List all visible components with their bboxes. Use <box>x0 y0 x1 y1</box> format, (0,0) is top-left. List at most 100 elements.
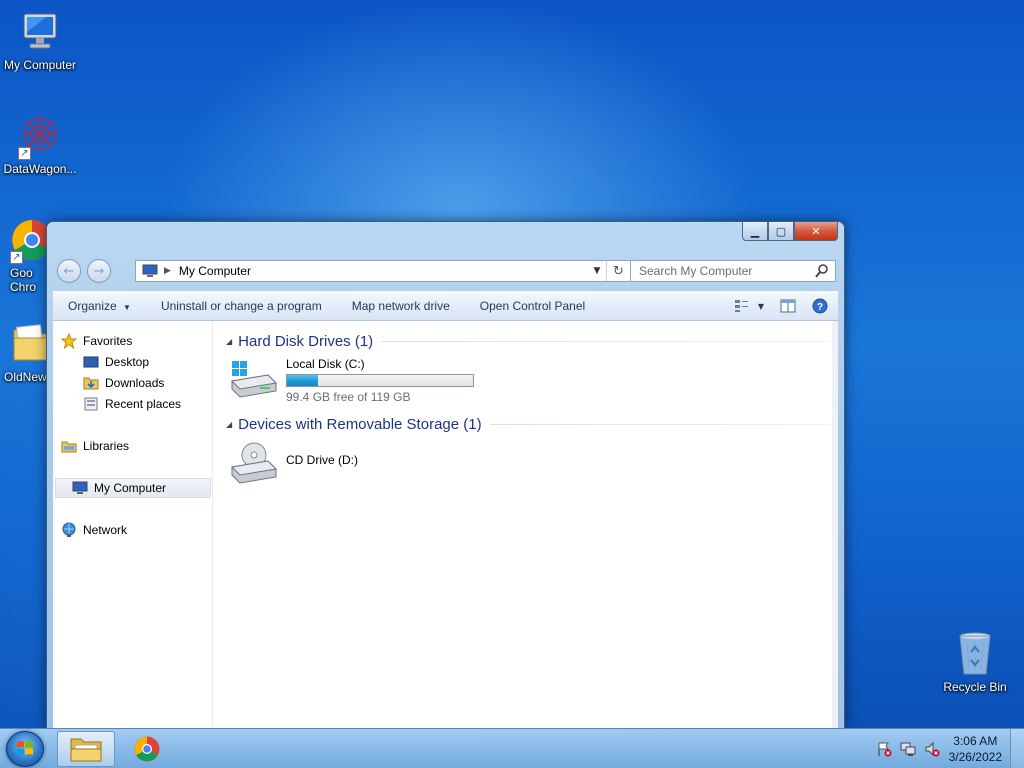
recent-places-icon <box>84 397 98 411</box>
close-icon: ✕ <box>811 224 821 238</box>
items-view: ◢ Hard Disk Drives (1) Local Disk (C:) 9… <box>214 321 838 728</box>
group-header-removable[interactable]: ◢ Devices with Removable Storage (1) <box>226 414 830 434</box>
preview-pane-button[interactable] <box>778 296 798 316</box>
nav-desktop[interactable]: Desktop <box>83 352 149 372</box>
desktop-icon-datawagon[interactable]: ↗ DataWagon... <box>0 112 80 176</box>
maximize-button[interactable]: ▢ <box>768 222 794 241</box>
content-area: Favorites Desktop Downloads Recent place… <box>53 321 838 728</box>
drive-info: Local Disk (C:) 99.4 GB free of 119 GB <box>286 357 474 404</box>
windows-logo-icon <box>17 741 33 755</box>
datawagon-logo-icon: ↗ <box>16 112 64 160</box>
nav-network[interactable]: Network <box>61 520 127 540</box>
view-controls: ▼ ? <box>732 296 830 316</box>
taskbar-explorer-button[interactable] <box>57 731 115 767</box>
clock-date: 3/26/2022 <box>948 750 1002 764</box>
shortcut-arrow-icon: ↗ <box>18 147 31 160</box>
recycle-bin-icon <box>951 630 999 678</box>
computer-small-icon <box>72 481 88 494</box>
vertical-scrollbar[interactable] <box>832 321 838 728</box>
show-desktop-button[interactable] <box>1010 729 1024 768</box>
navigation-pane: Favorites Desktop Downloads Recent place… <box>53 321 213 728</box>
taskbar: 3:06 AM 3/26/2022 <box>0 728 1024 768</box>
drive-local-disk-c[interactable]: Local Disk (C:) 99.4 GB free of 119 GB <box>228 357 474 404</box>
drive-info: CD Drive (D:) <box>286 441 358 485</box>
organize-label: Organize <box>68 298 117 313</box>
shortcut-arrow-icon: ↗ <box>10 251 23 264</box>
drive-cd-d[interactable]: CD Drive (D:) <box>228 441 358 485</box>
chevron-right-icon[interactable]: ▶ <box>164 266 171 276</box>
preview-pane-icon <box>780 299 796 313</box>
forward-button[interactable]: → <box>87 259 111 283</box>
drive-usage-fill <box>287 375 318 386</box>
address-bar[interactable]: ▶ My Computer ▼ ↻ <box>135 260 631 282</box>
back-button[interactable]: ← <box>57 259 81 283</box>
network-status-icon[interactable] <box>900 741 916 757</box>
desktop-icon-label: Recycle Bin <box>943 680 1007 694</box>
desktop-icon-my-computer[interactable]: My Computer <box>0 8 80 72</box>
group-divider <box>381 340 830 342</box>
window-controls: ▁ ▢ ✕ <box>742 222 838 241</box>
nav-my-computer[interactable]: My Computer <box>55 478 211 498</box>
collapse-triangle-icon[interactable]: ◢ <box>226 420 232 429</box>
help-icon: ? <box>812 298 828 314</box>
chevron-down-icon: ▼ <box>757 301 765 311</box>
minimize-icon: ▁ <box>750 224 760 238</box>
cd-drive-icon <box>228 441 278 485</box>
desktop-icon-recycle-bin[interactable]: Recycle Bin <box>935 630 1015 694</box>
computer-icon <box>16 8 64 56</box>
chrome-icon <box>134 736 160 762</box>
open-control-panel-button[interactable]: Open Control Panel <box>465 299 600 313</box>
desktop-icon-label: My Computer <box>3 58 77 72</box>
nav-label: Desktop <box>105 355 150 369</box>
nav-label: Libraries <box>83 439 130 453</box>
drive-free-space: 99.4 GB free of 119 GB <box>286 390 411 404</box>
group-title: Hard Disk Drives (1) <box>238 332 374 350</box>
nav-label: Network <box>83 523 128 537</box>
nav-label: Favorites <box>83 334 133 348</box>
chevron-down-icon: ▼ <box>123 302 131 312</box>
downloads-folder-icon <box>83 377 99 390</box>
group-header-hard-disks[interactable]: ◢ Hard Disk Drives (1) <box>226 331 830 351</box>
star-icon <box>61 333 77 349</box>
libraries-icon <box>61 441 77 453</box>
refresh-icon: ↻ <box>613 263 624 279</box>
maximize-icon: ▢ <box>775 224 787 238</box>
clock-time: 3:06 AM <box>953 734 998 748</box>
nav-libraries[interactable]: Libraries <box>61 436 129 456</box>
minimize-button[interactable]: ▁ <box>742 222 768 241</box>
search-placeholder: Search My Computer <box>639 264 753 278</box>
drive-name: Local Disk (C:) <box>286 357 365 371</box>
explorer-window[interactable]: ▁ ▢ ✕ ← → ▶ My Computer ▼ ↻ Search My Co… <box>46 221 845 729</box>
desktop-folder-icon <box>83 356 99 368</box>
nav-label: Recent places <box>105 397 182 411</box>
svg-text:?: ? <box>817 302 823 313</box>
volume-muted-icon[interactable] <box>924 741 940 757</box>
nav-downloads[interactable]: Downloads <box>83 373 164 393</box>
nav-label: Downloads <box>105 376 165 390</box>
search-input[interactable]: Search My Computer <box>630 260 836 282</box>
navigation-bar: ← → ▶ My Computer ▼ ↻ Search My Computer <box>55 258 836 284</box>
command-bar: Organize ▼ Uninstall or change a program… <box>53 291 838 321</box>
map-network-drive-button[interactable]: Map network drive <box>337 299 465 313</box>
address-dropdown-button[interactable]: ▼ <box>590 261 604 281</box>
close-button[interactable]: ✕ <box>794 222 838 241</box>
computer-small-icon <box>142 264 158 277</box>
help-button[interactable]: ? <box>810 296 830 316</box>
group-divider <box>489 423 830 425</box>
taskbar-chrome-button[interactable] <box>118 731 176 767</box>
nav-recent-places[interactable]: Recent places <box>83 394 181 414</box>
nav-favorites[interactable]: Favorites <box>61 331 132 351</box>
system-tray <box>876 741 940 757</box>
collapse-triangle-icon[interactable]: ◢ <box>226 337 232 346</box>
taskbar-clock[interactable]: 3:06 AM 3/26/2022 <box>949 733 1002 765</box>
uninstall-program-button[interactable]: Uninstall or change a program <box>146 299 337 313</box>
search-icon <box>815 264 828 278</box>
refresh-button[interactable]: ↻ <box>606 261 630 281</box>
explorer-folder-icon <box>70 738 102 762</box>
action-center-flag-icon[interactable] <box>876 741 892 757</box>
organize-button[interactable]: Organize ▼ <box>53 299 146 313</box>
start-button[interactable] <box>6 731 44 767</box>
arrow-right-icon: → <box>93 263 105 279</box>
change-view-button[interactable]: ▼ <box>732 296 766 316</box>
view-details-icon <box>734 300 748 312</box>
